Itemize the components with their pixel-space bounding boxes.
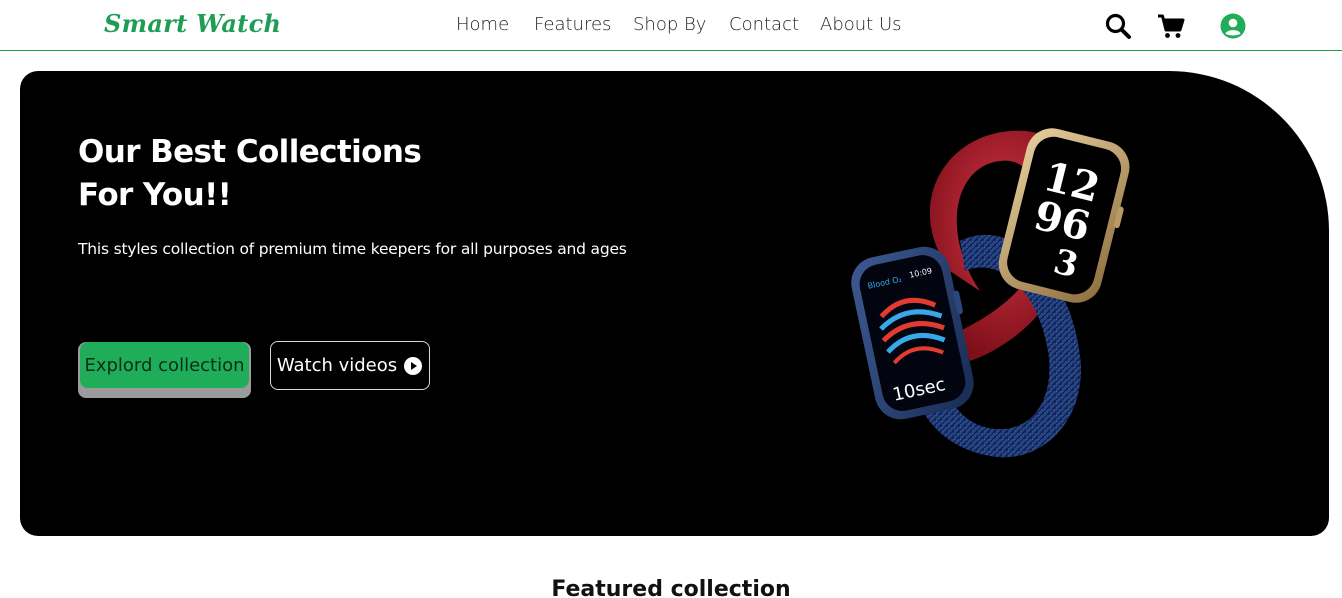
hero-banner: Our Best Collections For You!! This styl…	[20, 71, 1329, 536]
nav-link-contact[interactable]: Contact	[729, 14, 799, 35]
explore-button-shadow: Explord collection	[78, 342, 251, 398]
hero-subtitle: This styles collection of premium time k…	[78, 240, 627, 258]
nav-link-shop-by[interactable]: Shop By	[633, 14, 706, 35]
brand-logo[interactable]: Smart Watch	[104, 9, 281, 38]
navbar: Smart Watch Home Features Shop By Contac…	[0, 0, 1342, 51]
nav-link-about-us[interactable]: About Us	[820, 14, 902, 35]
hero-title: Our Best Collections For You!!	[78, 131, 422, 217]
watch-videos-label: Watch videos	[276, 355, 398, 376]
watch-videos-button[interactable]: Watch videos	[270, 341, 430, 390]
explore-collection-button[interactable]: Explord collection	[80, 342, 249, 388]
featured-collection-title: Featured collection	[551, 577, 791, 598]
search-icon[interactable]	[1104, 12, 1132, 40]
user-account-icon[interactable]	[1219, 12, 1247, 40]
hero-title-line-2: For You!!	[78, 177, 232, 213]
nav-link-home[interactable]: Home	[456, 14, 509, 35]
cart-icon[interactable]	[1157, 12, 1185, 40]
smartwatch-product-image: 12 96 3 Blood O₂ 10:09 10sec	[840, 121, 1140, 481]
hero-title-line-1: Our Best Collections	[78, 134, 422, 170]
play-circle-icon	[403, 356, 423, 376]
nav-link-features[interactable]: Features	[534, 14, 611, 35]
